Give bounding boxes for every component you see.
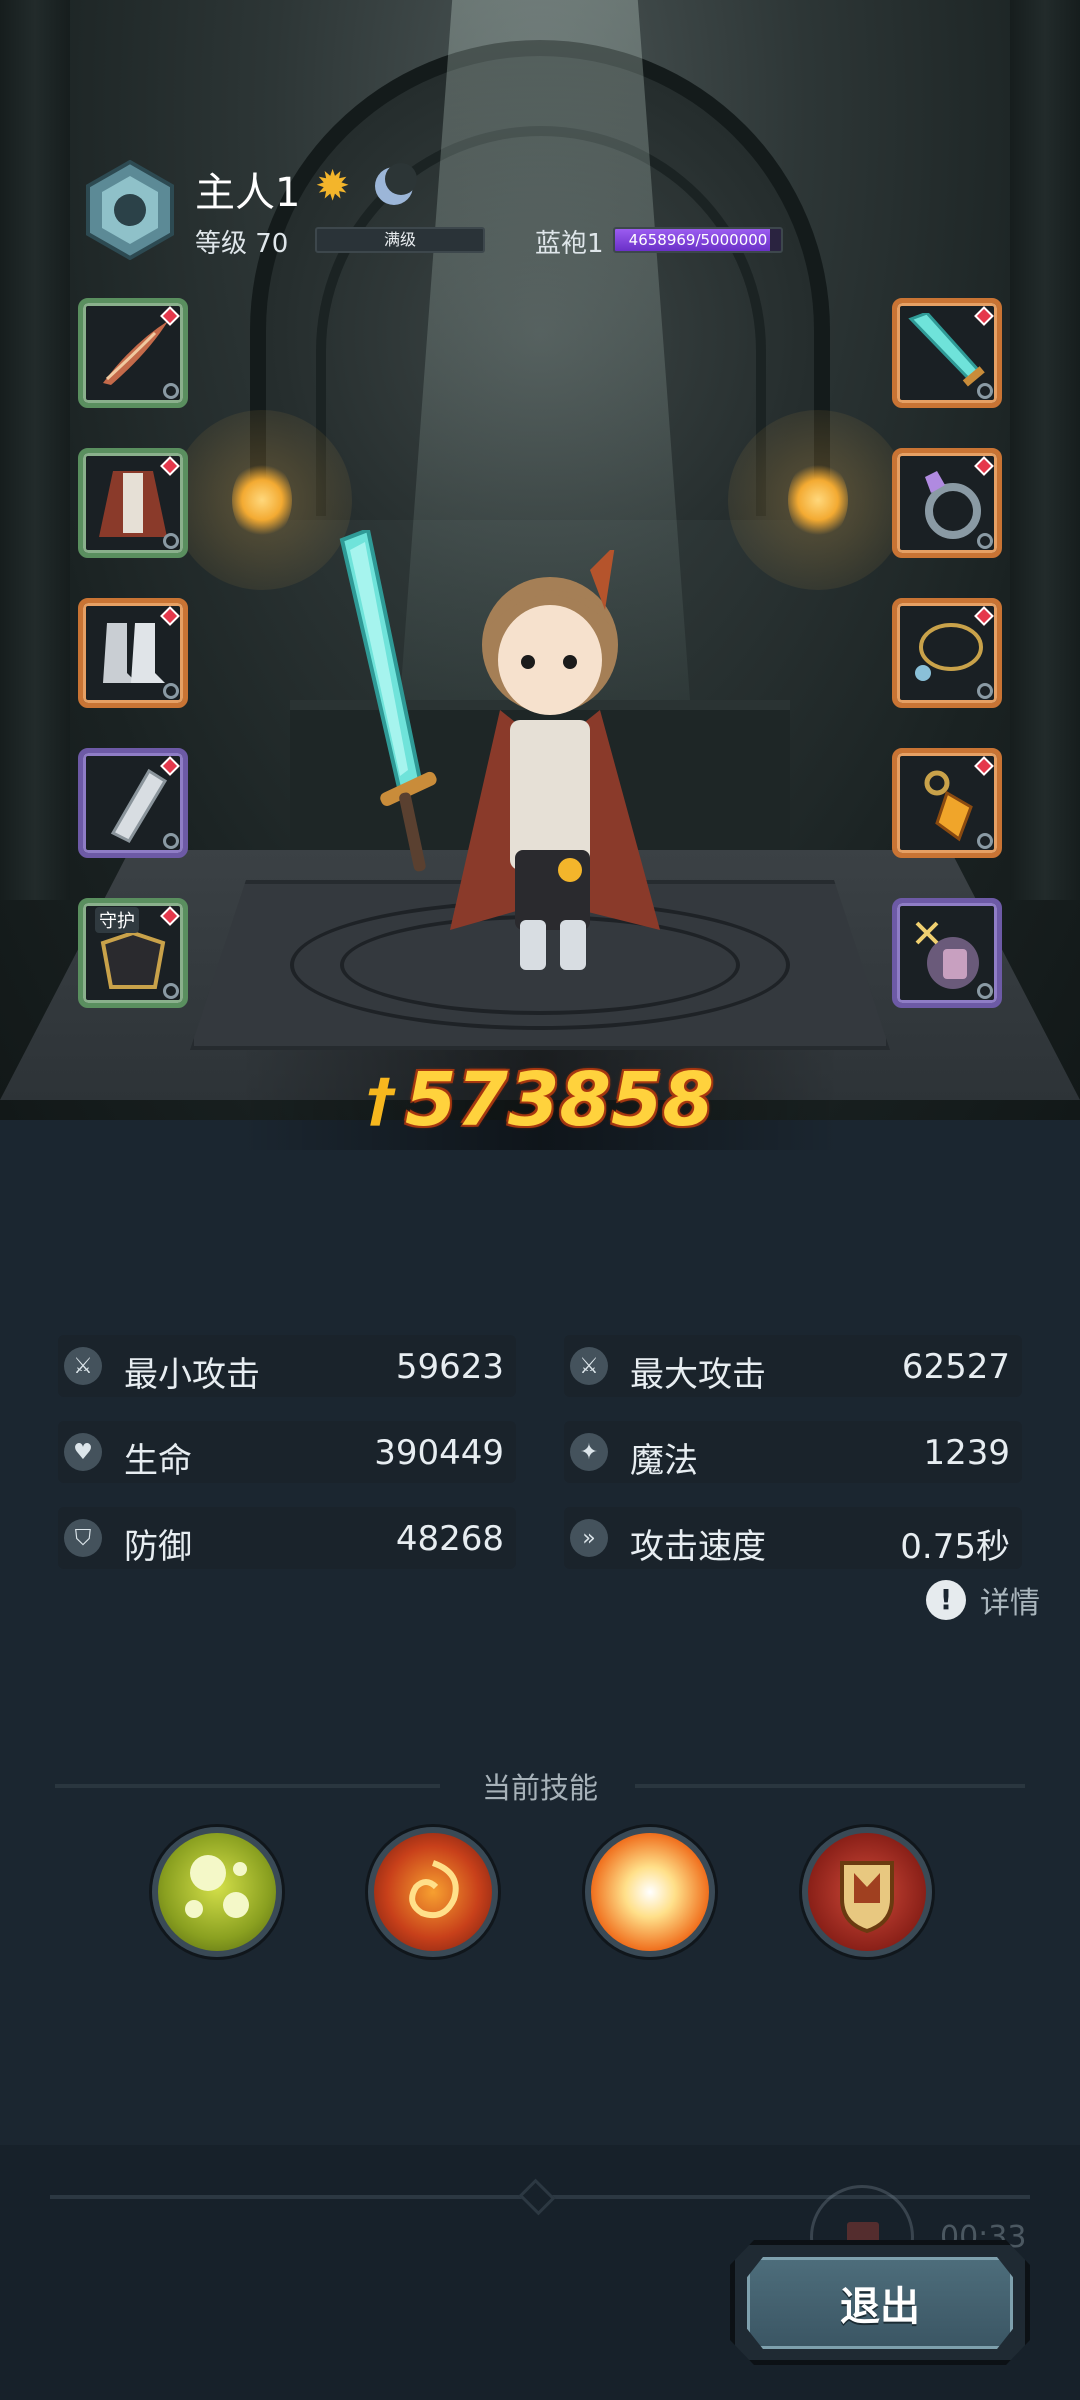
guard-tag: 守护 (95, 907, 139, 933)
slot-corner (977, 983, 993, 999)
feather-icon (103, 321, 168, 385)
magic-icon: ✦ (570, 1433, 608, 1471)
charm-icon (924, 770, 973, 842)
heart-icon: ♥ (64, 1433, 102, 1471)
stone-pillar (1010, 0, 1080, 900)
emblem-icon[interactable] (80, 160, 180, 260)
pet-exp-text: 4658969/5000000 (628, 231, 768, 249)
moon-icon (375, 163, 417, 205)
stat-max-attack: ⚔ 最大攻击 62527 (564, 1335, 1022, 1397)
stat-magic: ✦ 魔法 1239 (564, 1421, 1022, 1483)
sword-icon (908, 313, 985, 387)
stat-label: 最小攻击 (124, 1355, 260, 1395)
combat-power: † 573858 (240, 1050, 840, 1150)
slot-corner (163, 833, 179, 849)
bubble-skill-icon[interactable] (152, 1827, 282, 1957)
combat-power-value: 573858 (405, 1057, 714, 1143)
level-bar-text: 满级 (383, 230, 416, 249)
pet-slot[interactable] (892, 898, 1002, 1008)
power-icon: † (358, 1066, 403, 1134)
diamond-ornament-icon (518, 2178, 556, 2216)
stat-attack-speed: » 攻击速度 0.75秒 (564, 1507, 1022, 1569)
charm-slot[interactable] (892, 748, 1002, 858)
stat-value: 59623 (395, 1347, 504, 1387)
robe-slot[interactable] (78, 448, 188, 558)
guard-slot[interactable]: 守护 (78, 898, 188, 1008)
sun-icon: ✹ (315, 161, 351, 210)
torch-flame-icon (728, 410, 908, 590)
sword-icon: ⚔ (64, 1347, 102, 1385)
exit-button[interactable]: 退出 (730, 2240, 1030, 2365)
skills-title: 当前技能 (481, 1771, 598, 1805)
crystal-sword-icon (339, 530, 437, 872)
stone-pillar (0, 0, 70, 900)
exit-label: 退出 (747, 2257, 1013, 2349)
burst-skill-icon[interactable] (585, 1827, 715, 1957)
necklace-slot[interactable] (892, 598, 1002, 708)
skills-header: 当前技能 (55, 1765, 1025, 1805)
sword-slot[interactable] (892, 298, 1002, 408)
slot-corner (163, 983, 179, 999)
stat-label: 防御 (124, 1527, 192, 1567)
slot-corner (163, 533, 179, 549)
stat-label: 攻击速度 (630, 1527, 766, 1567)
necklace-icon (915, 623, 983, 681)
stat-value: 48268 (395, 1519, 504, 1559)
speed-icon: » (570, 1519, 608, 1557)
slot-corner (163, 683, 179, 699)
player-header: 主人1 ✹ 等级 70 满级 蓝袍1 4658969/5000000 (75, 155, 795, 265)
hero-character (320, 530, 680, 990)
stat-value: 62527 (901, 1347, 1010, 1387)
pet-exp-bar: 4658969/5000000 (613, 227, 783, 253)
level-label: 等级 70 (195, 229, 289, 259)
fire-vortex-skill-icon[interactable] (368, 1827, 498, 1957)
hero-body-icon (450, 550, 660, 970)
bracer-slot[interactable] (78, 748, 188, 858)
stat-label: 生命 (124, 1441, 192, 1481)
slot-corner (977, 833, 993, 849)
slot-corner (977, 683, 993, 699)
stat-label: 魔法 (630, 1441, 698, 1481)
boots-icon (103, 623, 165, 683)
stat-value: 1239 (923, 1433, 1010, 1473)
shield-icon: ⛉ (64, 1519, 102, 1557)
level-bar: 满级 (315, 227, 485, 253)
robe-icon (99, 471, 167, 537)
slot-corner (977, 383, 993, 399)
ring-icon (925, 471, 981, 539)
stat-hp: ♥ 生命 390449 (58, 1421, 516, 1483)
sword-icon: ⚔ (570, 1347, 608, 1385)
slot-corner (977, 533, 993, 549)
shield-crest-skill-icon[interactable] (802, 1827, 932, 1957)
torch-flame-icon (172, 410, 352, 590)
stat-label: 最大攻击 (630, 1355, 766, 1395)
pet-icon (915, 921, 979, 989)
details-button[interactable]: ! 详情 (926, 1578, 1040, 1622)
stat-min-attack: ⚔ 最小攻击 59623 (58, 1335, 516, 1397)
player-name: 主人1 (195, 170, 301, 216)
ring-slot[interactable] (892, 448, 1002, 558)
slot-corner (163, 383, 179, 399)
feather-slot[interactable] (78, 298, 188, 408)
boots-slot[interactable] (78, 598, 188, 708)
stat-value: 0.75秒 (900, 1527, 1010, 1567)
bracer-icon (110, 768, 168, 843)
info-icon: ! (926, 1580, 966, 1620)
pet-label: 蓝袍1 (535, 229, 604, 259)
stat-value: 390449 (374, 1433, 504, 1473)
stat-defense: ⛉ 防御 48268 (58, 1507, 516, 1569)
details-label: 详情 (980, 1586, 1040, 1621)
